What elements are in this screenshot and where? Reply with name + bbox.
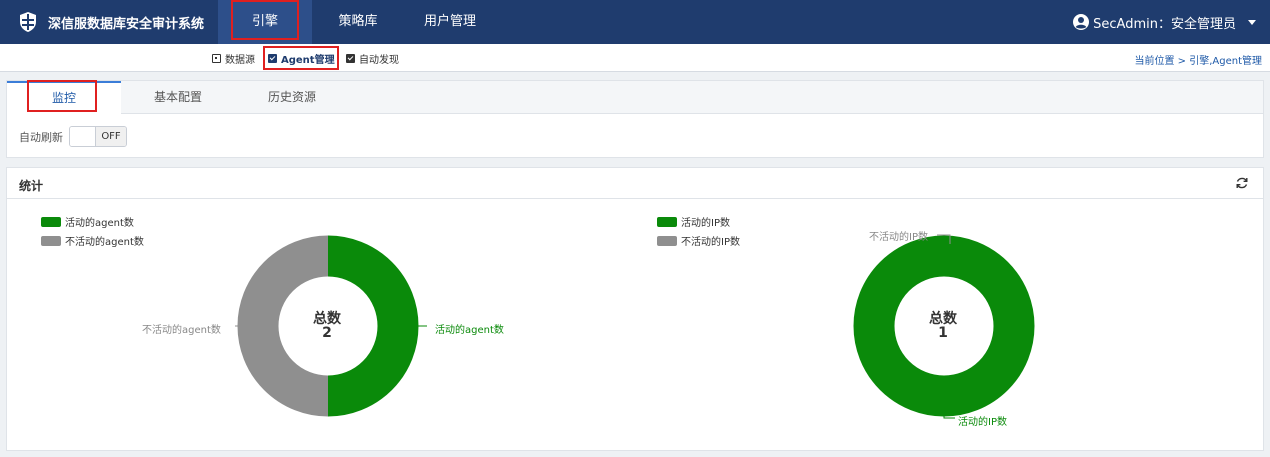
user-menu[interactable]: SecAdmin：安全管理员 <box>1073 0 1236 44</box>
tab-bar: 监控 基本配置 历史资源 <box>7 81 1263 115</box>
legend-label: 活动的IP数 <box>681 218 730 229</box>
slice-label-inactive-ips: 不活动的IP数 <box>869 232 928 243</box>
stats-header: 统计 <box>7 168 1263 199</box>
legend-swatch <box>41 235 61 246</box>
subnav-auto-discovery[interactable]: 自动发现 <box>346 51 399 66</box>
legend-swatch <box>657 235 677 246</box>
subnav-datasource[interactable]: 数据源 <box>212 51 255 66</box>
center-value: 1 <box>938 325 948 341</box>
subnav-discovery-label: 自动发现 <box>359 55 399 66</box>
chart-center-ips: 总数 1 <box>918 312 968 340</box>
nav-user-management[interactable]: 用户管理 <box>404 0 496 44</box>
legend-item[interactable]: 不活动的agent数 <box>41 233 144 248</box>
stats-panel: 统计 活动的agent数 不活动的agent数 总数 2 活动的agent数 不… <box>6 167 1264 451</box>
auto-refresh-label: 自动刷新 <box>19 130 63 144</box>
stats-title: 统计 <box>19 179 44 193</box>
legend-label: 活动的agent数 <box>65 218 134 229</box>
toggle-state: OFF <box>96 127 126 146</box>
slice-label-inactive-agents: 不活动的agent数 <box>142 325 221 336</box>
sub-nav-bar: 数据源 Agent管理 自动发现 当前位置 > 引擎,Agent管理 <box>0 44 1270 72</box>
toggle-knob <box>70 127 96 146</box>
nav-policy-library[interactable]: 策略库 <box>312 0 404 44</box>
auto-refresh-toggle[interactable]: OFF <box>69 126 127 147</box>
legend-label: 不活动的IP数 <box>681 237 740 248</box>
center-title: 总数 <box>313 311 341 327</box>
highlight-box <box>27 80 97 112</box>
user-label: SecAdmin：安全管理员 <box>1093 16 1236 32</box>
breadcrumb[interactable]: 当前位置 > 引擎,Agent管理 <box>1134 52 1262 67</box>
center-title: 总数 <box>929 311 957 327</box>
app-title: 深信服数据库安全审计系统 <box>48 16 205 32</box>
legend-item[interactable]: 不活动的IP数 <box>657 233 740 248</box>
legend-item[interactable]: 活动的IP数 <box>657 214 730 229</box>
chevron-down-icon[interactable] <box>1248 20 1256 25</box>
square-icon <box>212 54 221 63</box>
highlight-box <box>263 46 339 70</box>
checkbox-icon <box>346 54 355 63</box>
slice-label-active-ips: 活动的IP数 <box>958 417 1007 428</box>
shield-logo-icon <box>20 12 36 32</box>
legend-swatch <box>657 216 677 227</box>
legend-item[interactable]: 活动的agent数 <box>41 214 134 229</box>
subnav-datasource-label: 数据源 <box>225 55 255 66</box>
slice-label-active-agents: 活动的agent数 <box>435 325 504 336</box>
tab-history-resources[interactable]: 历史资源 <box>235 81 349 114</box>
user-icon <box>1073 14 1090 30</box>
brand: 深信服数据库安全审计系统 <box>0 0 218 44</box>
tab-basic-config[interactable]: 基本配置 <box>121 81 235 114</box>
chart-center-agents: 总数 2 <box>302 312 352 340</box>
monitor-panel: 监控 基本配置 历史资源 自动刷新 OFF <box>6 80 1264 158</box>
center-value: 2 <box>322 325 332 341</box>
legend-swatch <box>41 216 61 227</box>
refresh-icon[interactable] <box>1235 176 1249 190</box>
highlight-box <box>231 0 299 40</box>
legend-label: 不活动的agent数 <box>65 237 144 248</box>
top-bar: 深信服数据库安全审计系统 引擎 策略库 用户管理 SecAdmin：安全管理员 <box>0 0 1270 44</box>
auto-refresh-row: 自动刷新 OFF <box>19 126 127 147</box>
